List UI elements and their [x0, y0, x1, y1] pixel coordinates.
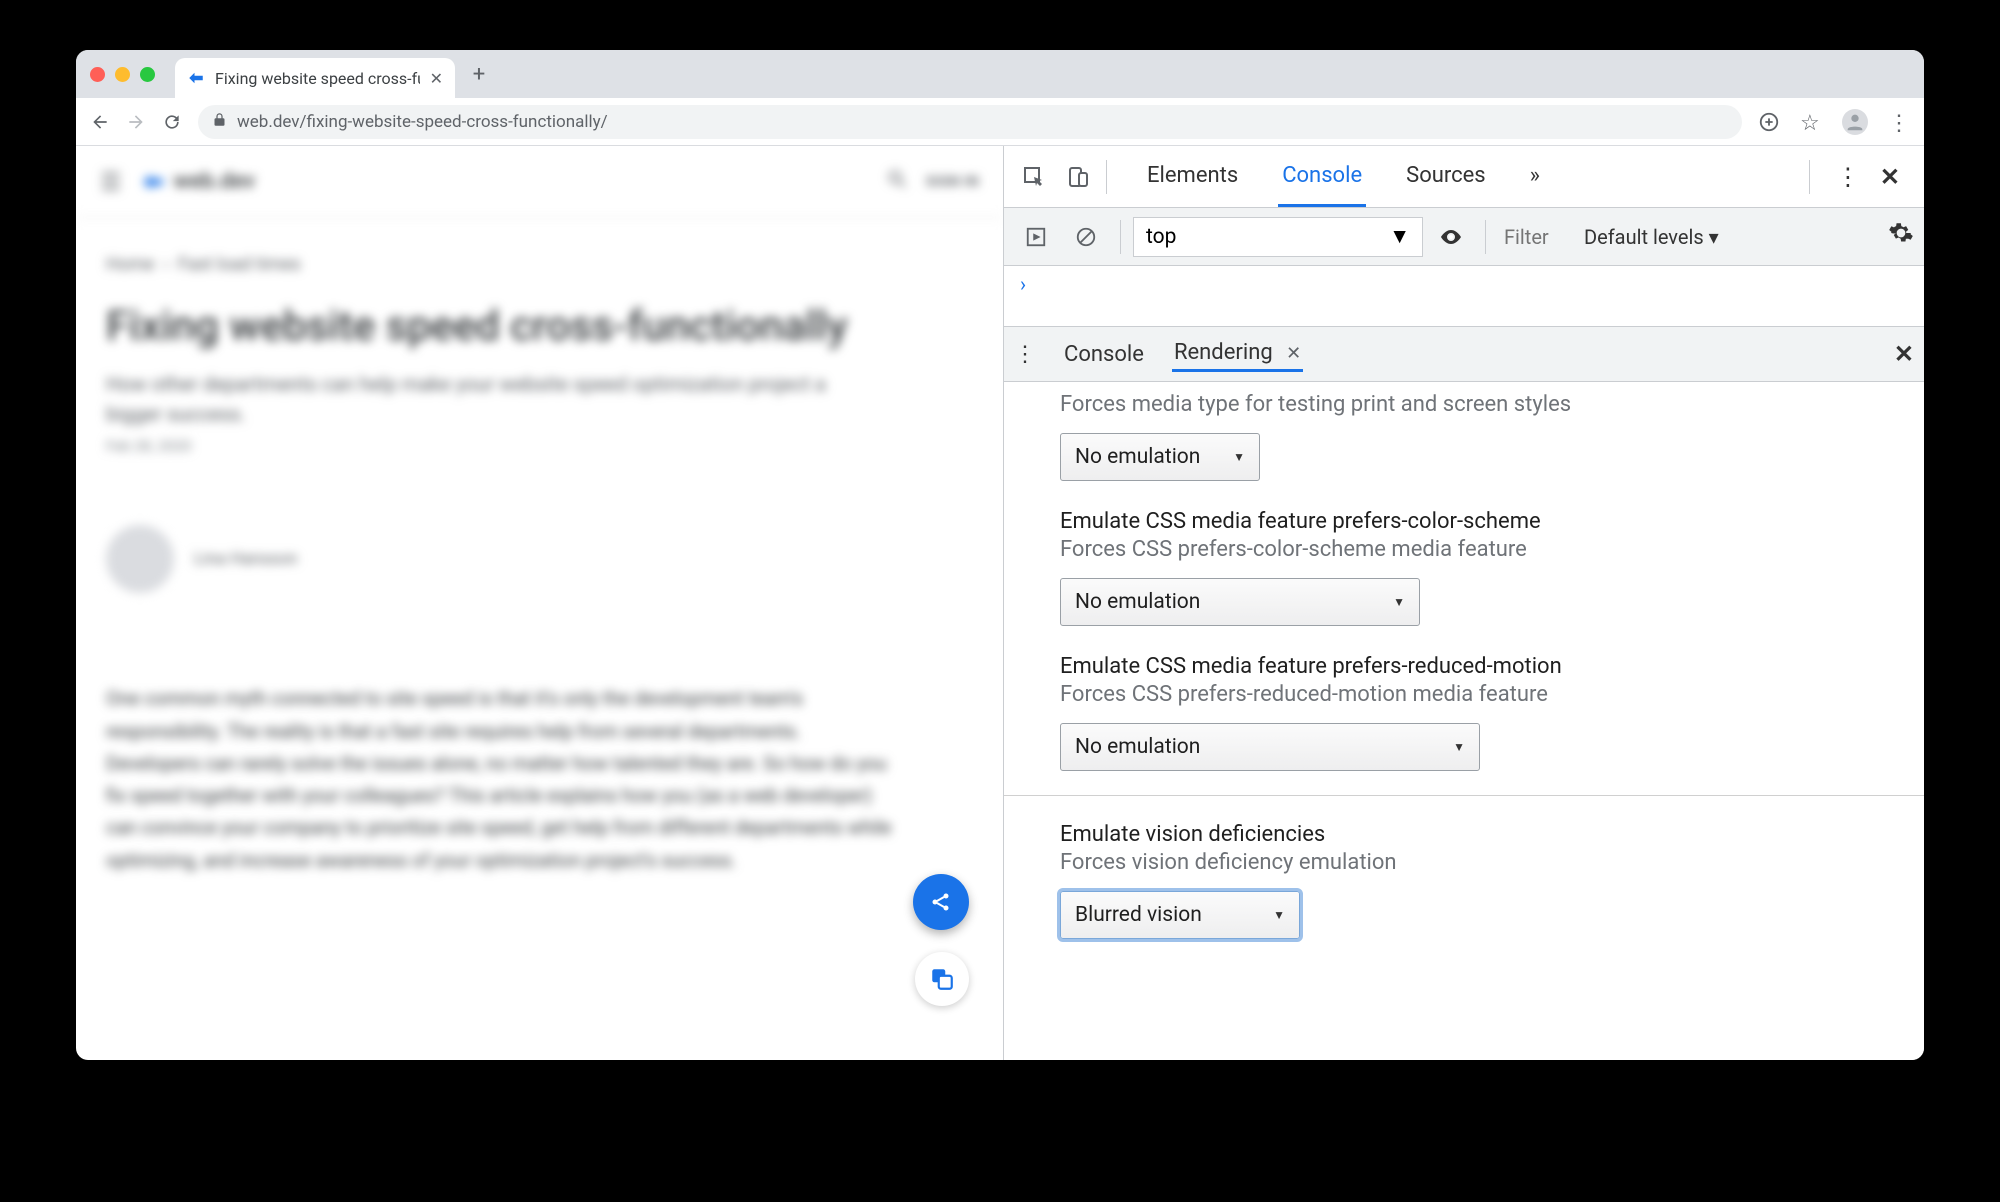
section-prefers-color-scheme: Emulate CSS media feature prefers-color-…	[1004, 499, 1924, 644]
author-avatar	[106, 525, 174, 593]
section-vision-deficiencies: Emulate vision deficiencies Forces visio…	[1004, 795, 1924, 957]
vision-select[interactable]: Blurred vision ▼	[1060, 891, 1300, 939]
media-type-desc: Forces media type for testing print and …	[1060, 392, 1886, 417]
share-fab[interactable]	[913, 874, 969, 930]
section-media-type: Forces media type for testing print and …	[1004, 382, 1924, 499]
browser-tab[interactable]: Fixing website speed cross-fu ✕	[175, 58, 455, 98]
console-toolbar: top ▼ Default levels ▾	[1004, 208, 1924, 266]
close-window-button[interactable]	[90, 67, 105, 82]
article-date: Feb 28, 2020	[106, 437, 973, 455]
navbar: web.dev/fixing-website-speed-cross-funct…	[76, 98, 1924, 146]
translate-fab[interactable]	[915, 952, 969, 1006]
site-header: ☰ web.dev SIGN IN	[76, 146, 1003, 218]
article-body: One common myth connected to site speed …	[106, 683, 896, 877]
inspect-icon[interactable]	[1012, 165, 1056, 189]
crumb-category[interactable]: Fast load times	[178, 254, 301, 275]
tab-console[interactable]: Console	[1278, 147, 1366, 207]
chevron-down-icon: ▼	[1233, 450, 1245, 464]
content-area: ☰ web.dev SIGN IN Home › Fast	[76, 146, 1924, 1060]
tab-sources[interactable]: Sources	[1402, 147, 1490, 207]
drawer-close-icon[interactable]: ✕	[1894, 340, 1914, 368]
address-bar[interactable]: web.dev/fixing-website-speed-cross-funct…	[198, 105, 1742, 139]
toolbar-right: ☆ ⋮	[1758, 109, 1910, 135]
maximize-window-button[interactable]	[140, 67, 155, 82]
overflow-menu-icon[interactable]: ⋮	[1888, 111, 1910, 133]
devtools-close-icon[interactable]: ✕	[1880, 163, 1900, 191]
new-tab-button[interactable]: +	[465, 62, 493, 87]
prm-desc: Forces CSS prefers-reduced-motion media …	[1060, 682, 1886, 707]
pcs-desc: Forces CSS prefers-color-scheme media fe…	[1060, 537, 1886, 562]
tab-overflow-icon[interactable]: »	[1526, 147, 1544, 207]
section-prefers-reduced-motion: Emulate CSS media feature prefers-reduce…	[1004, 644, 1924, 789]
site-brand[interactable]: web.dev	[140, 169, 256, 195]
vision-value: Blurred vision	[1075, 903, 1202, 927]
window-controls	[90, 67, 155, 82]
media-type-value: No emulation	[1075, 445, 1200, 469]
context-value: top	[1146, 225, 1176, 249]
crumb-home[interactable]: Home	[106, 254, 154, 275]
back-button[interactable]	[90, 112, 110, 132]
drawer-tab-rendering-label: Rendering	[1174, 340, 1273, 365]
prm-value: No emulation	[1075, 735, 1200, 759]
console-settings-icon[interactable]	[1888, 220, 1914, 253]
search-icon[interactable]	[886, 168, 908, 196]
device-toggle-icon[interactable]	[1056, 165, 1100, 189]
author-name: Lina Hansson	[194, 549, 298, 569]
page-viewport: ☰ web.dev SIGN IN Home › Fast	[76, 146, 1004, 1060]
breadcrumb: Home › Fast load times	[106, 254, 973, 275]
tab-title: Fixing website speed cross-fu	[215, 69, 420, 88]
star-icon[interactable]: ☆	[1800, 111, 1822, 133]
chevron-down-icon: ▼	[1273, 908, 1285, 922]
rendering-panel: Forces media type for testing print and …	[1004, 382, 1924, 1060]
pcs-value: No emulation	[1075, 590, 1200, 614]
console-output[interactable]: ›	[1004, 266, 1924, 326]
article-subtitle: How other departments can help make your…	[106, 369, 826, 429]
reload-button[interactable]	[162, 112, 182, 132]
menu-icon[interactable]: ☰	[100, 168, 122, 196]
brand-text: web.dev	[174, 169, 256, 194]
forward-button[interactable]	[126, 112, 146, 132]
media-type-select[interactable]: No emulation ▼	[1060, 433, 1260, 481]
browser-window: Fixing website speed cross-fu ✕ + web.de…	[76, 50, 1924, 1060]
chevron-down-icon: ▼	[1453, 740, 1465, 754]
tabstrip: Fixing website speed cross-fu ✕ +	[76, 50, 1924, 98]
drawer-tab-rendering[interactable]: Rendering ✕	[1172, 336, 1303, 372]
chevron-down-icon: ▼	[1393, 595, 1405, 609]
devtools-header: Elements Console Sources » ⋮ ✕	[1004, 146, 1924, 208]
devtools-menu-icon[interactable]: ⋮	[1836, 163, 1860, 191]
close-tab-icon[interactable]: ✕	[430, 69, 443, 88]
pcs-select[interactable]: No emulation ▼	[1060, 578, 1420, 626]
log-levels-select[interactable]: Default levels ▾	[1584, 225, 1719, 249]
execution-context-select[interactable]: top ▼	[1133, 217, 1423, 257]
vision-title: Emulate vision deficiencies	[1060, 822, 1886, 847]
logo-icon	[140, 169, 166, 195]
url-text: web.dev/fixing-website-speed-cross-funct…	[237, 112, 608, 132]
signin-link[interactable]: SIGN IN	[926, 174, 979, 190]
drawer-tabstrip: ⋮ Console Rendering ✕ ✕	[1004, 326, 1924, 382]
clear-console-icon[interactable]	[1064, 226, 1108, 248]
execute-icon[interactable]	[1014, 226, 1058, 248]
favicon-icon	[187, 69, 205, 87]
live-expression-icon[interactable]	[1429, 225, 1473, 249]
devtools-panel: Elements Console Sources » ⋮ ✕	[1004, 146, 1924, 1060]
article-title: Fixing website speed cross-functionally	[106, 303, 973, 351]
chevron-down-icon: ▼	[1389, 225, 1410, 249]
console-filter-input[interactable]	[1498, 225, 1578, 249]
tab-elements[interactable]: Elements	[1143, 147, 1242, 207]
vision-desc: Forces vision deficiency emulation	[1060, 850, 1886, 875]
drawer-tab-close-icon[interactable]: ✕	[1286, 343, 1301, 364]
install-icon[interactable]	[1758, 111, 1780, 133]
drawer-menu-icon[interactable]: ⋮	[1014, 342, 1036, 367]
prm-title: Emulate CSS media feature prefers-reduce…	[1060, 654, 1886, 679]
minimize-window-button[interactable]	[115, 67, 130, 82]
author-row: Lina Hansson	[106, 525, 973, 593]
pcs-title: Emulate CSS media feature prefers-color-…	[1060, 509, 1886, 534]
console-prompt: ›	[1020, 272, 1026, 296]
profile-avatar[interactable]	[1842, 109, 1868, 135]
drawer-tab-console[interactable]: Console	[1062, 338, 1146, 371]
prm-select[interactable]: No emulation ▼	[1060, 723, 1480, 771]
lock-icon	[212, 112, 227, 131]
